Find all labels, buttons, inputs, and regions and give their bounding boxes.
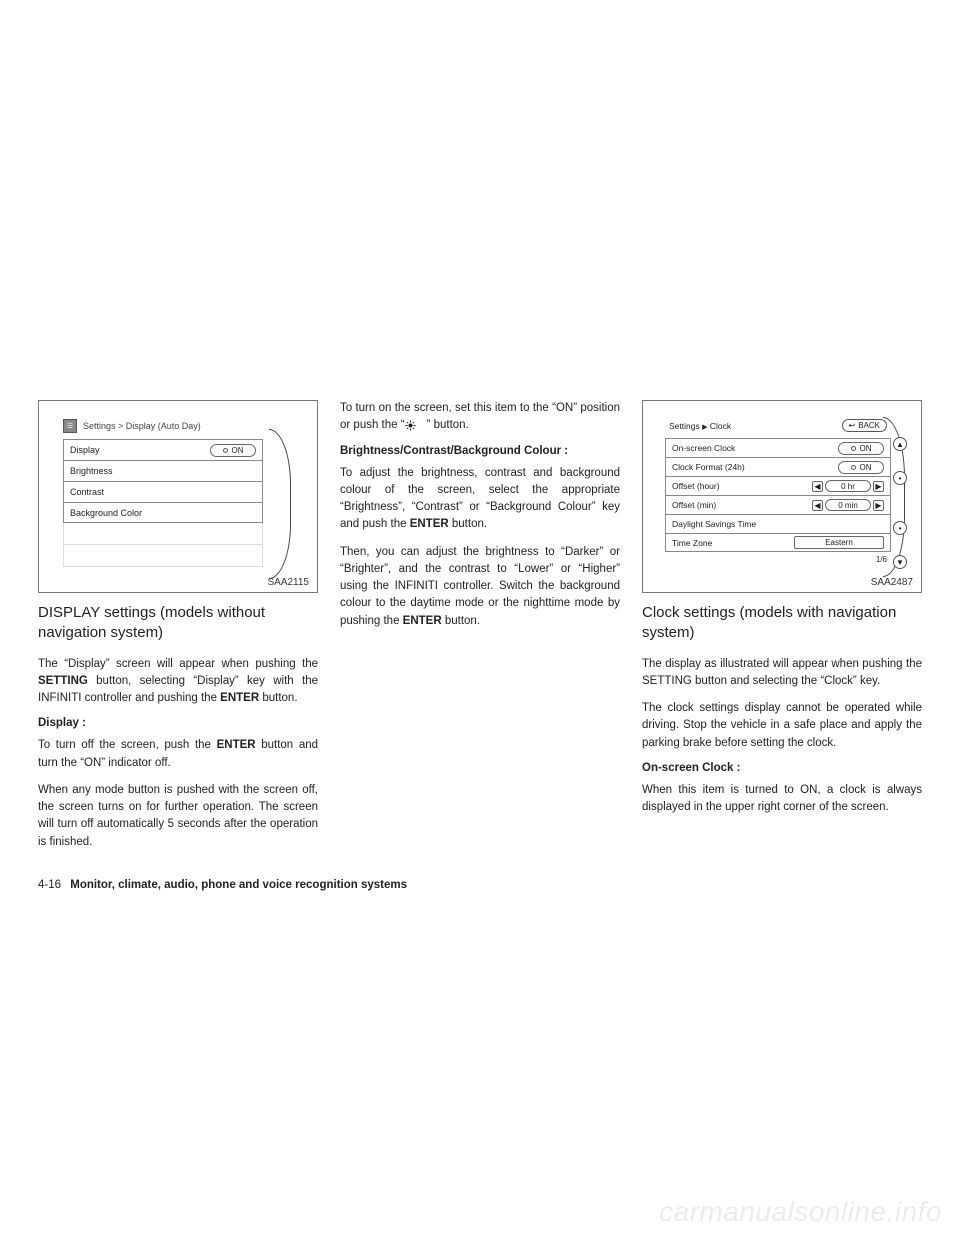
crumb-a: Settings — [669, 421, 700, 431]
text: button. — [442, 615, 480, 627]
row-offset-min: Offset (min) ◀ 0 min ▶ — [665, 495, 891, 514]
page-number: 4-16 — [38, 879, 61, 891]
indicator-dot — [223, 448, 228, 453]
paragraph: The “Display” screen will appear when pu… — [38, 656, 318, 708]
paragraph: When any mode button is pushed with the … — [38, 782, 318, 851]
paragraph: When this item is turned to ON, a clock … — [642, 782, 922, 817]
three-column-layout: ☰ Settings > Display (Auto Day) Display … — [38, 400, 922, 861]
indicator-dot — [851, 465, 856, 470]
bold: SETTING — [38, 675, 88, 687]
bold: ENTER — [220, 692, 259, 704]
dial-arc — [269, 429, 291, 579]
indicator-dot — [851, 446, 856, 451]
paragraph: To adjust the brightness, contrast and b… — [340, 465, 620, 534]
stepper: ◀ 0 hr ▶ — [812, 480, 884, 492]
chapter-title: Monitor, climate, audio, phone and voice… — [70, 879, 407, 891]
row-label: Contrast — [70, 487, 104, 497]
figure-caption: SAA2487 — [871, 577, 913, 588]
bold: ENTER — [410, 518, 449, 530]
text: The “Display” screen will appear when pu… — [38, 658, 318, 670]
row-label: Time Zone — [672, 538, 712, 548]
row-dst: Daylight Savings Time — [665, 514, 891, 533]
row-onscreen-clock: On-screen Clock ON — [665, 438, 891, 457]
paragraph: The clock settings display cannot be ope… — [642, 700, 922, 752]
pill-text: ON — [860, 463, 872, 472]
text: ” button. — [427, 419, 469, 431]
row-label: Clock Format (24h) — [672, 462, 745, 472]
row-label: Background Color — [70, 508, 142, 518]
on-pill: ON — [210, 444, 256, 457]
text: button. — [259, 692, 297, 704]
row-label: On-screen Clock — [672, 443, 735, 453]
row-label: Display — [70, 445, 100, 455]
subsection-label: Display : — [38, 717, 318, 729]
back-label: BACK — [858, 421, 880, 430]
row-timezone: Time Zone Eastern — [665, 533, 891, 552]
scroll-indicator-icon: • — [893, 521, 907, 535]
row-label: Offset (hour) — [672, 481, 720, 491]
text: To turn off the screen, push the — [38, 739, 217, 751]
step-left-icon: ◀ — [812, 500, 823, 511]
watermark: carmanualsonline.info — [659, 1196, 942, 1228]
text: button. — [449, 518, 487, 530]
bold: ENTER — [217, 739, 256, 751]
row-offset-hour: Offset (hour) ◀ 0 hr ▶ — [665, 476, 891, 495]
column-1: ☰ Settings > Display (Auto Day) Display … — [38, 400, 318, 861]
timezone-value: Eastern — [794, 536, 884, 549]
bold: ENTER — [403, 615, 442, 627]
brightness-icon — [405, 420, 427, 431]
figure-display-settings: ☰ Settings > Display (Auto Day) Display … — [38, 400, 318, 593]
pill-text: ON — [232, 446, 244, 455]
row-label: Offset (min) — [672, 500, 716, 510]
row-label: Brightness — [70, 466, 113, 476]
paragraph: The display as illustrated will appear w… — [642, 656, 922, 691]
scroll-indicator-icon: • — [893, 471, 907, 485]
crumb-b: Clock — [710, 421, 731, 431]
clock-list: On-screen Clock ON Clock Format (24h) ON… — [665, 438, 891, 552]
text: To turn on the screen, set this item to … — [340, 402, 620, 431]
subsection-label: On-screen Clock : — [642, 762, 922, 774]
stepper: ◀ 0 min ▶ — [812, 499, 884, 511]
screen-mock-clock: Settings ▶ Clock ↩BACK On-screen Clock O… — [651, 409, 913, 584]
row-brightness: Brightness — [63, 460, 263, 481]
stepper-value: 0 min — [825, 499, 871, 511]
manual-page: ☰ Settings > Display (Auto Day) Display … — [38, 400, 922, 891]
figure-caption: SAA2115 — [267, 577, 309, 588]
empty-row — [63, 523, 263, 545]
row-contrast: Contrast — [63, 481, 263, 502]
breadcrumb-text: Settings > Display (Auto Day) — [83, 421, 201, 431]
row-label: Daylight Savings Time — [672, 519, 756, 529]
back-button: ↩BACK — [842, 419, 888, 432]
on-pill: ON — [838, 442, 884, 455]
paragraph: To turn off the screen, push the ENTER b… — [38, 737, 318, 772]
menu-icon: ☰ — [63, 419, 77, 433]
empty-row — [63, 545, 263, 567]
scroll-up-icon: ▲ — [893, 437, 907, 451]
on-pill: ON — [838, 461, 884, 474]
scroll-down-icon: ▼ — [893, 555, 907, 569]
page-footer: 4-16 Monitor, climate, audio, phone and … — [38, 879, 922, 891]
row-display: Display ON — [63, 439, 263, 460]
row-clock-format: Clock Format (24h) ON — [665, 457, 891, 476]
section-heading: Clock settings (models with navigation s… — [642, 603, 922, 644]
column-3: Settings ▶ Clock ↩BACK On-screen Clock O… — [642, 400, 922, 861]
chevron-right-icon: ▶ — [702, 424, 707, 431]
section-heading: DISPLAY settings (models without navigat… — [38, 603, 318, 644]
page-indicator: 1/6 — [665, 555, 891, 564]
settings-list: Display ON Brightness Contrast Backgroun… — [63, 439, 263, 523]
step-left-icon: ◀ — [812, 481, 823, 492]
breadcrumb: ☰ Settings > Display (Auto Day) — [63, 419, 293, 433]
screen-header: Settings ▶ Clock ↩BACK — [669, 419, 887, 432]
paragraph: Then, you can adjust the brightness to “… — [340, 544, 620, 630]
figure-clock-settings: Settings ▶ Clock ↩BACK On-screen Clock O… — [642, 400, 922, 593]
row-bgcolor: Background Color — [63, 502, 263, 523]
back-arrow-icon: ↩ — [849, 421, 856, 430]
subsection-label: Brightness/Contrast/Background Colour : — [340, 445, 620, 457]
screen-mock-display: ☰ Settings > Display (Auto Day) Display … — [47, 409, 309, 584]
column-2: To turn on the screen, set this item to … — [340, 400, 620, 861]
paragraph: To turn on the screen, set this item to … — [340, 400, 620, 435]
pill-text: ON — [860, 444, 872, 453]
breadcrumb: Settings ▶ Clock — [669, 421, 731, 431]
stepper-value: 0 hr — [825, 480, 871, 492]
